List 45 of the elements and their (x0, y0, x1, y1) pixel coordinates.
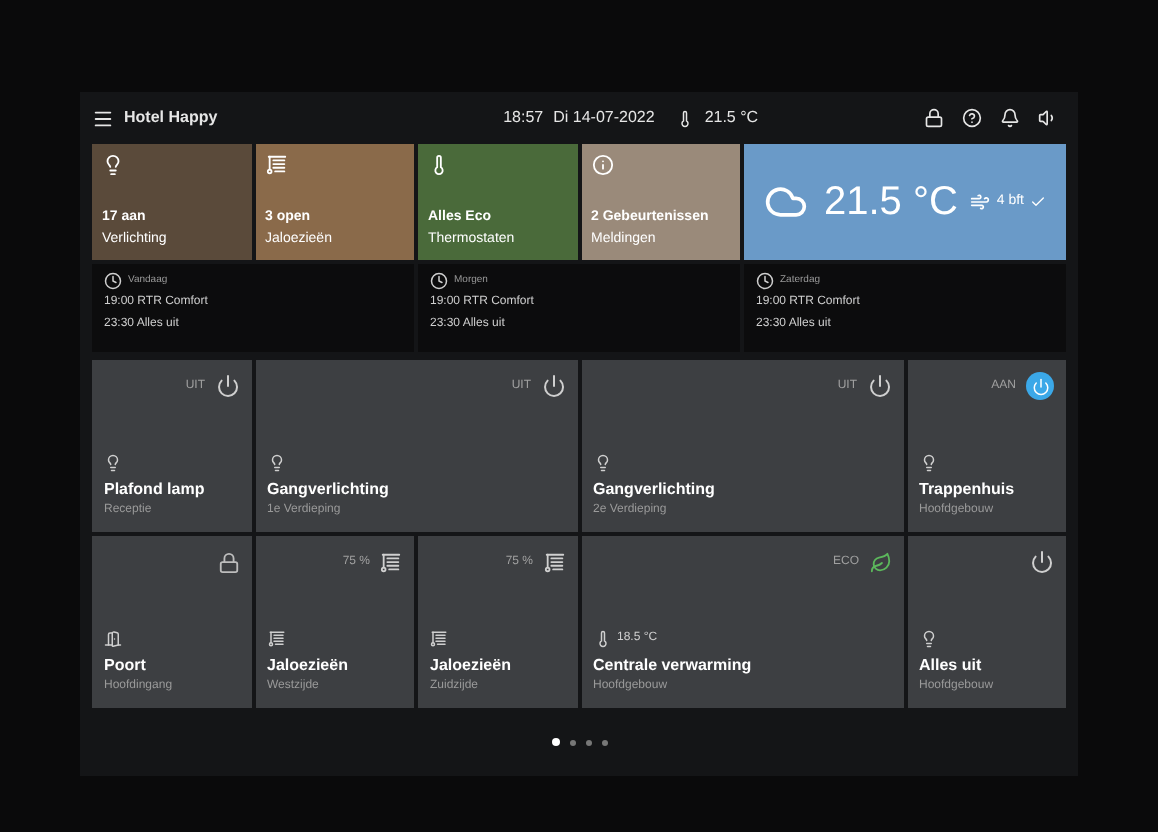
clock-icon (430, 272, 448, 290)
blinds-icon (265, 154, 287, 176)
lightbulb-icon (919, 630, 937, 648)
lock-icon[interactable] (924, 108, 944, 128)
clock-time: 18:57 (503, 106, 544, 130)
power-button[interactable] (867, 374, 891, 398)
blinds-icon (267, 630, 285, 648)
outside-temperature: 21.5 °C (824, 178, 958, 228)
leaf-icon[interactable] (869, 551, 891, 573)
device-name: Poort (104, 654, 148, 678)
device-name: Gangverlichting (593, 478, 717, 502)
clock-icon (756, 272, 774, 290)
device-name: Alles uit (919, 654, 984, 678)
door-icon (104, 630, 122, 648)
device-name: Jaloezieën (430, 654, 513, 678)
help-icon[interactable] (962, 108, 982, 128)
power-button[interactable] (215, 374, 239, 398)
power-button[interactable] (1030, 550, 1054, 574)
lightbulb-icon (593, 454, 611, 472)
wind-icon (970, 192, 991, 212)
speaker-icon[interactable] (1038, 108, 1058, 128)
info-icon (591, 154, 613, 176)
device-name: Centrale verwarming (593, 654, 754, 678)
device-name: Jaloezieën (267, 654, 350, 678)
power-button[interactable] (1026, 372, 1054, 400)
lightbulb-icon (267, 454, 285, 472)
thermometer-icon (676, 109, 695, 127)
blinds-icon[interactable] (543, 551, 565, 573)
lightbulb-icon (102, 154, 124, 176)
device-name: Gangverlichting (267, 478, 391, 502)
blinds-icon[interactable] (380, 551, 402, 573)
current-date: Di 14-07-2022 (553, 106, 655, 130)
bell-icon[interactable] (1000, 108, 1020, 128)
lightbulb-icon (104, 454, 122, 472)
device-name: Plafond lamp (104, 478, 207, 502)
check-icon (1030, 194, 1046, 210)
power-button[interactable] (541, 374, 565, 398)
app-title: Hotel Happy (124, 106, 218, 130)
device-name: Trappenhuis (919, 478, 1017, 502)
blinds-icon (430, 630, 448, 648)
menu-icon[interactable] (92, 107, 114, 129)
lightbulb-icon (919, 454, 937, 472)
clock-icon (104, 272, 122, 290)
thermometer-icon (593, 630, 611, 648)
temperature-reading: 21.5 °C (704, 106, 759, 130)
